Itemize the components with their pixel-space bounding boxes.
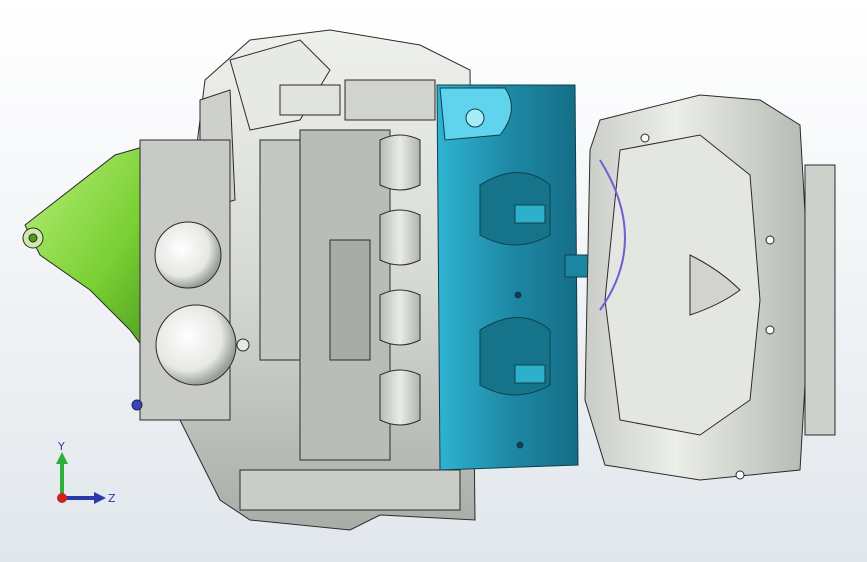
cad-viewport[interactable]: Y Z bbox=[0, 0, 867, 562]
y-axis-arrow bbox=[56, 452, 68, 464]
x-axis-dot bbox=[57, 493, 67, 503]
z-axis-arrow bbox=[94, 492, 106, 504]
coordinate-triad: Y Z bbox=[56, 440, 116, 505]
right-cover[interactable] bbox=[584, 94, 836, 481]
z-axis-label: Z bbox=[108, 492, 116, 505]
y-axis-label: Y bbox=[57, 440, 65, 453]
engine-model[interactable] bbox=[0, 0, 867, 562]
engine-mount-bracket[interactable] bbox=[22, 144, 161, 352]
